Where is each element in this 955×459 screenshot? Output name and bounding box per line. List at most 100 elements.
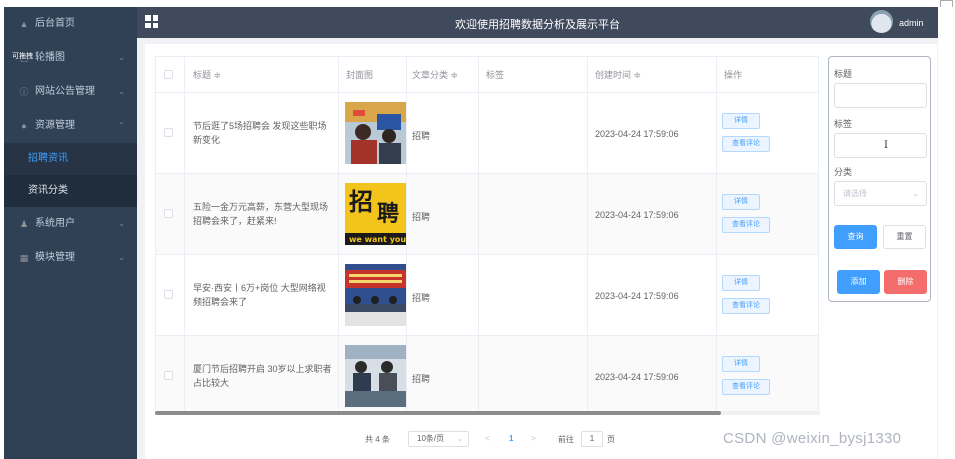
location-icon: ● xyxy=(21,121,27,131)
user-icon: ♟ xyxy=(19,219,29,229)
row-checkbox[interactable] xyxy=(164,209,173,218)
row-checkbox[interactable] xyxy=(164,290,173,299)
goto-page-input[interactable]: 1 xyxy=(581,431,603,447)
sidebar: ▲ 后台首页 ▢ 轮播图 ⌄ ⓘ 网站公告管理 ⌄ ● 资源管理 ⌃ 招聘资讯 … xyxy=(4,7,137,459)
sidebar-item-announcements[interactable]: ⓘ 网站公告管理 ⌄ xyxy=(4,75,137,109)
row-category: 招聘 xyxy=(412,131,431,141)
main-content: 标题 ≑ 封面图 文章分类 ≑ 标签 创建时间 ≑ 操作 节后逛了5场招聘会 发… xyxy=(137,38,938,459)
sidebar-item-modules[interactable]: ▦ 模块管理 ⌄ xyxy=(4,241,137,275)
column-header-created[interactable]: 创建时间 ≑ xyxy=(595,57,641,93)
sidebar-subitem-news-category[interactable]: 资讯分类 xyxy=(4,175,137,207)
username[interactable]: admin xyxy=(899,18,924,28)
column-header-cover: 封面图 xyxy=(346,70,374,80)
next-page-button[interactable]: > xyxy=(531,434,536,443)
title-filter-input[interactable] xyxy=(834,83,927,108)
sidebar-item-label: 模块管理 xyxy=(35,252,75,263)
view-comments-button[interactable]: 查看评论 xyxy=(722,379,770,395)
page-size-select[interactable]: 10条/页 ⌄ xyxy=(408,431,469,447)
column-divider xyxy=(338,57,339,411)
grid-icon: ▦ xyxy=(19,253,29,263)
row-created: 2023-04-24 17:59:06 xyxy=(595,210,679,220)
column-header-actions: 操作 xyxy=(724,70,743,80)
home-icon: ▲ xyxy=(19,19,29,29)
horizontal-scrollbar[interactable] xyxy=(155,411,820,415)
top-header: 欢迎使用招聘数据分析及展示平台 admin xyxy=(137,7,938,38)
avatar[interactable] xyxy=(870,10,893,33)
category-select-placeholder: 请选择 xyxy=(843,189,867,198)
column-header-tags: 标签 xyxy=(486,70,505,80)
filter-panel: 标题 标签 I 分类 请选择 ⌄ 查询 重置 添加 删除 xyxy=(828,56,931,302)
cover-image xyxy=(345,102,406,164)
detail-button[interactable]: 详情 xyxy=(722,356,760,372)
row-title: 早安·西安丨6万+岗位 大型网络视频招聘会来了 xyxy=(193,283,326,307)
view-comments-button[interactable]: 查看评论 xyxy=(722,298,770,314)
tag-filter-label: 标签 xyxy=(834,119,853,129)
add-button[interactable]: 添加 xyxy=(837,270,880,294)
row-checkbox[interactable] xyxy=(164,128,173,137)
row-created: 2023-04-24 17:59:06 xyxy=(595,129,679,139)
page-number-current[interactable]: 1 xyxy=(509,434,513,443)
chevron-down-icon: ⌄ xyxy=(912,189,919,198)
search-button[interactable]: 查询 xyxy=(834,225,877,249)
cover-caption: we want you xyxy=(349,235,406,244)
row-category: 招聘 xyxy=(412,293,431,303)
page-suffix: 页 xyxy=(607,435,615,444)
select-all-checkbox[interactable] xyxy=(164,70,173,79)
delete-button[interactable]: 删除 xyxy=(884,270,927,294)
table-row: 早安·西安丨6万+岗位 大型网络视频招聘会来了 招聘 2023-04-24 17… xyxy=(156,255,818,336)
top-line xyxy=(0,0,955,7)
info-icon: ⓘ xyxy=(19,87,29,97)
chevron-up-icon: ⌃ xyxy=(118,121,125,130)
page-title: 欢迎使用招聘数据分析及展示平台 xyxy=(455,19,620,31)
table-row: 节后逛了5场招聘会 发现这些职场新变化 招聘 2023-04-24 17:59:… xyxy=(156,93,818,174)
row-checkbox[interactable] xyxy=(164,371,173,380)
prev-page-button[interactable]: < xyxy=(485,434,490,443)
cover-text-big2: 聘 xyxy=(377,202,399,227)
content-card: 标题 ≑ 封面图 文章分类 ≑ 标签 创建时间 ≑ 操作 节后逛了5场招聘会 发… xyxy=(145,44,937,459)
column-divider xyxy=(406,57,407,411)
category-filter-label: 分类 xyxy=(834,167,853,177)
sidebar-item-resources[interactable]: ● 资源管理 ⌃ xyxy=(4,109,137,143)
sidebar-item-label: 资源管理 xyxy=(35,120,75,131)
sidebar-item-label: 轮播图 xyxy=(35,52,65,63)
column-divider xyxy=(716,57,717,411)
app-root: ▲ 后台首页 ▢ 轮播图 ⌄ ⓘ 网站公告管理 ⌄ ● 资源管理 ⌃ 招聘资讯 … xyxy=(0,0,955,459)
sidebar-subitem-job-news[interactable]: 招聘资讯 xyxy=(4,143,137,175)
scrollbar-thumb[interactable] xyxy=(155,411,721,415)
detail-button[interactable]: 详情 xyxy=(722,113,760,129)
news-table: 标题 ≑ 封面图 文章分类 ≑ 标签 创建时间 ≑ 操作 节后逛了5场招聘会 发… xyxy=(155,56,819,412)
column-header-category[interactable]: 文章分类 ≑ xyxy=(412,57,458,93)
column-header-title[interactable]: 标题 ≑ xyxy=(193,57,221,93)
chevron-down-icon: ⌄ xyxy=(118,253,125,262)
table-row: 五险一金万元高薪，东营大型现场招聘会来了，赶紧来! 招 聘 we want yo… xyxy=(156,174,818,255)
detail-button[interactable]: 详情 xyxy=(722,275,760,291)
cover-text-big: 招 xyxy=(349,188,373,216)
tag-filter-input[interactable]: I xyxy=(834,133,927,158)
row-title: 厦门节后招聘开启 30岁以上求职者占比较大 xyxy=(193,364,332,388)
chevron-down-icon: ⌄ xyxy=(118,219,125,228)
sidebar-item-label: 后台首页 xyxy=(35,18,75,29)
cover-image: 招 聘 we want you xyxy=(345,183,406,245)
cover-image xyxy=(345,264,406,326)
reset-button[interactable]: 重置 xyxy=(883,225,926,249)
category-filter-select[interactable]: 请选择 ⌄ xyxy=(834,181,927,206)
row-created: 2023-04-24 17:59:06 xyxy=(595,372,679,382)
detail-button[interactable]: 详情 xyxy=(722,194,760,210)
column-divider xyxy=(184,57,185,411)
table-header: 标题 ≑ 封面图 文章分类 ≑ 标签 创建时间 ≑ 操作 xyxy=(156,57,818,93)
sidebar-item-system-users[interactable]: ♟ 系统用户 ⌄ xyxy=(4,207,137,241)
cover-image xyxy=(345,345,406,407)
column-divider xyxy=(587,57,588,411)
sidebar-item-label: 系统用户 xyxy=(35,218,75,229)
row-title: 五险一金万元高薪，东营大型现场招聘会来了，赶紧来! xyxy=(193,202,329,226)
table-row: 厦门节后招聘开启 30岁以上求职者占比较大 招聘 2023-04-24 17:5… xyxy=(156,336,818,411)
sidebar-item-label: 网站公告管理 xyxy=(35,86,95,97)
title-filter-label: 标题 xyxy=(834,69,853,79)
sidebar-item-home[interactable]: ▲ 后台首页 xyxy=(4,7,137,41)
chevron-down-icon: ⌄ xyxy=(118,87,125,96)
row-category: 招聘 xyxy=(412,374,431,384)
pagination-total: 共 4 条 xyxy=(365,435,390,444)
view-comments-button[interactable]: 查看评论 xyxy=(722,217,770,233)
chevron-down-icon: ⌄ xyxy=(456,434,463,443)
view-comments-button[interactable]: 查看评论 xyxy=(722,136,770,152)
